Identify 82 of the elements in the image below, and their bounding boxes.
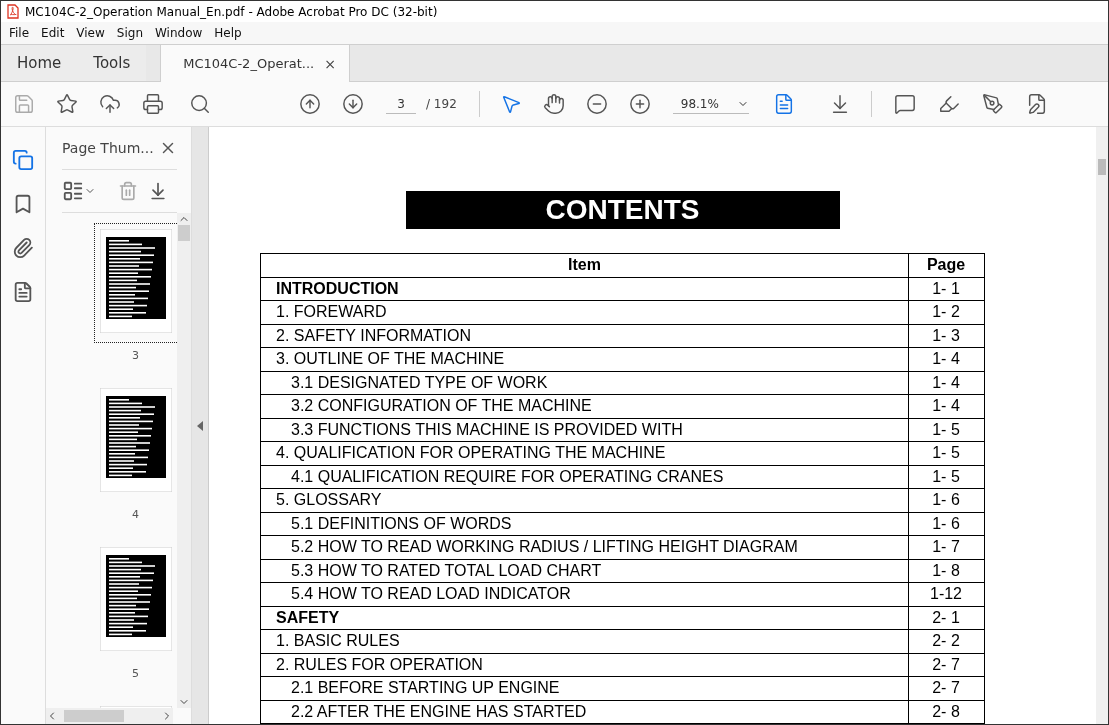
scrollbar-thumb[interactable] xyxy=(1098,159,1106,175)
page-number: 2- 7 xyxy=(908,653,983,676)
contents-item: INTRODUCTION xyxy=(275,278,400,299)
thumbnail-page-number: 5 xyxy=(132,667,139,680)
page-number: 1- 8 xyxy=(908,559,983,582)
page-number: 1- 2 xyxy=(908,301,983,324)
search-icon[interactable] xyxy=(189,93,211,115)
contents-item: 1. FOREWARD xyxy=(275,302,388,323)
column-header: Item xyxy=(567,255,602,276)
insert-page-icon[interactable] xyxy=(148,181,168,201)
page-number-field[interactable]: 3 xyxy=(386,94,416,114)
nav-tab[interactable]: Tools xyxy=(77,45,147,81)
contents-item: 2.2 AFTER THE ENGINE HAS STARTED xyxy=(290,701,588,722)
document-tab[interactable]: MC104C-2_Operat... × xyxy=(160,45,351,82)
collapse-icon[interactable] xyxy=(197,420,203,431)
page-number: 2- 8 xyxy=(908,700,983,723)
page-number: 1- 6 xyxy=(908,489,983,512)
paperclip-icon[interactable] xyxy=(12,237,34,259)
window-title: MC104C-2_Operation Manual_En.pdf - Adobe Acrobat Pro DC (32-bit) xyxy=(25,4,438,19)
contents-item: 4. QUALIFICATION FOR OPERATING THE MACHINE xyxy=(275,443,667,464)
contents-item: 4.1 QUALIFICATION REQUIRE FOR OPERATING CRANES xyxy=(290,466,725,487)
thumbnail-page-number: 4 xyxy=(132,508,139,521)
page-number: 1- 5 xyxy=(908,418,983,441)
close-tab-button[interactable]: × xyxy=(324,55,336,72)
contents-item: 1. BASIC RULES xyxy=(275,631,401,652)
scrollbar-thumb[interactable] xyxy=(178,225,190,241)
contents-item: 5.1 DEFINITIONS OF WORDS xyxy=(290,513,513,534)
menu-item[interactable]: File xyxy=(3,26,36,40)
page-number: 2- 1 xyxy=(908,606,983,629)
pdf-icon xyxy=(7,4,19,19)
menu-item[interactable]: Edit xyxy=(35,26,71,40)
page-total: / 192 xyxy=(426,97,457,111)
contents-heading: CONTENTS xyxy=(405,191,840,229)
comment-icon[interactable] xyxy=(893,93,916,115)
highlighter-icon[interactable] xyxy=(937,93,960,115)
pen-icon[interactable] xyxy=(981,93,1004,115)
arrow-up-icon[interactable] xyxy=(299,93,321,115)
contents-item: 2. SAFETY INFORMATION xyxy=(275,325,472,346)
menu-item[interactable]: Sign xyxy=(110,26,149,40)
page-number: 1- 4 xyxy=(908,371,983,394)
star-icon[interactable] xyxy=(56,93,78,115)
contents-item: 5.2 HOW TO READ WORKING RADIUS / LIFTING HEIGHT DIAGRAM xyxy=(290,537,799,558)
options-icon[interactable] xyxy=(62,180,84,202)
page-number: 1- 3 xyxy=(908,324,983,347)
page-number: 1- 4 xyxy=(908,348,983,371)
arrow-down-icon[interactable] xyxy=(342,93,364,115)
contents-item: 3.2 CONFIGURATION OF THE MACHINE xyxy=(290,396,593,417)
page-number: 1- 7 xyxy=(908,536,983,559)
scrollbar-thumb[interactable] xyxy=(64,710,124,722)
contents-item: 5.3 HOW TO RATED TOTAL LOAD CHART xyxy=(290,560,603,581)
thumbnail-page-number: 3 xyxy=(132,349,139,362)
contents-item: 5. GLOSSARY xyxy=(275,490,383,511)
page-number: 1- 5 xyxy=(908,442,983,465)
print-icon[interactable] xyxy=(142,93,164,115)
contents-item: 2. RULES FOR OPERATION xyxy=(275,654,484,675)
contents-item: 2.1 BEFORE STARTING UP ENGINE xyxy=(290,678,561,699)
contents-item: 3. OUTLINE OF THE MACHINE xyxy=(275,349,506,370)
page-thumbnails-icon[interactable] xyxy=(12,149,34,171)
cloud-upload-icon[interactable] xyxy=(99,93,121,115)
hand-icon[interactable] xyxy=(542,93,565,115)
page-number: 1-12 xyxy=(908,583,983,606)
menu-item[interactable]: Help xyxy=(208,26,248,40)
contents-item: 3.1 DESIGNATED TYPE OF WORK xyxy=(290,372,549,393)
thumbnail-frame[interactable] xyxy=(94,223,177,343)
zoom-in-icon[interactable] xyxy=(628,93,651,115)
page-number: 1- 5 xyxy=(908,465,983,488)
page-number: 1- 4 xyxy=(908,395,983,418)
contents-item: 5.4 HOW TO READ LOAD INDICATOR xyxy=(290,584,572,605)
document-icon[interactable] xyxy=(12,281,34,303)
page-number: 2- 7 xyxy=(908,677,983,700)
zoom-field[interactable]: 98.1% xyxy=(672,94,749,114)
page-number: 1- 6 xyxy=(908,512,983,535)
zoom-out-icon[interactable] xyxy=(585,93,608,115)
page-number: 1- 1 xyxy=(908,277,983,300)
panel-title: Page Thum... xyxy=(62,140,154,156)
nav-tab[interactable]: Home xyxy=(1,45,78,81)
page-number: 2- 2 xyxy=(908,630,983,653)
menu-item[interactable]: View xyxy=(70,26,111,40)
contents-item: 3.3 FUNCTIONS THIS MACHINE IS PROVIDED WITH xyxy=(290,419,684,440)
contents-item: SAFETY xyxy=(275,607,341,628)
menu-item[interactable]: Window xyxy=(149,26,209,40)
column-header: Page xyxy=(908,254,983,277)
